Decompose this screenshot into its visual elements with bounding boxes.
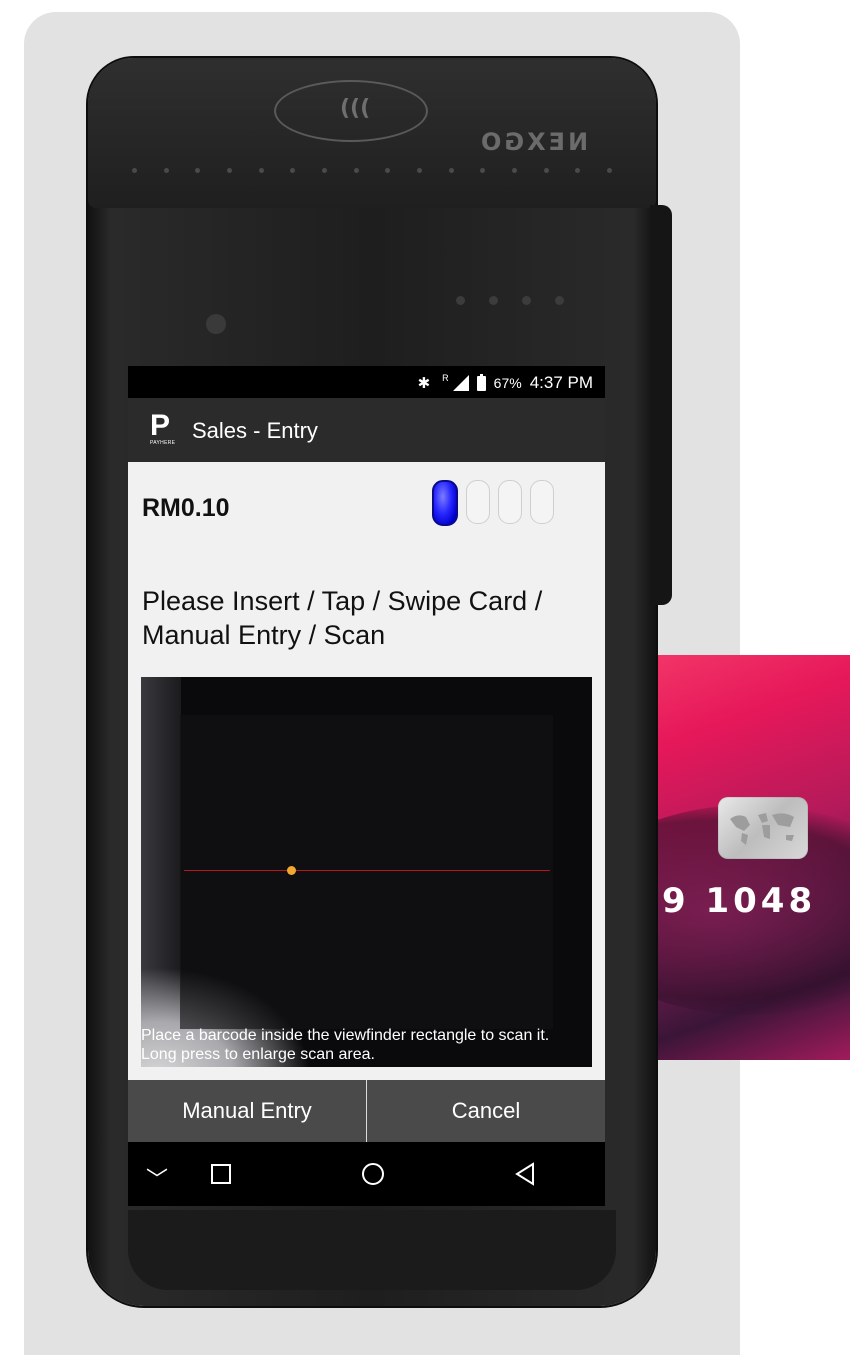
card-reader-indicators [432,480,554,526]
hide-keyboard-icon[interactable]: ﹀ [146,1162,168,1194]
contactless-waves: ((( [340,96,371,121]
roaming-label: R [442,373,449,383]
device-bottom [128,1210,616,1290]
world-map-icon [730,813,794,845]
front-camera [206,314,226,334]
android-nav-bar: ﹀ [128,1142,605,1206]
card-prompt: Please Insert / Tap / Swipe Card / Manua… [142,586,543,650]
action-buttons: Manual Entry Cancel [128,1080,605,1142]
battery-icon [476,373,486,391]
payhere-logo-icon: P PAYHERE [150,409,178,448]
scan-rectangle [180,715,553,1029]
indicator-light [466,480,490,524]
card-number: 9 1048 [662,881,817,921]
speaker-dots [132,168,612,180]
battery-percent: 67% [493,375,522,391]
recents-icon[interactable] [211,1164,231,1184]
status-time: 4:37 PM [529,373,593,392]
sensor-dots [456,296,564,305]
contactless-icon: ((( [274,80,428,142]
bluetooth-icon: ✱ [417,375,431,392]
indicator-light-active [432,480,458,526]
scan-focus-point [287,866,296,875]
brand-logo: NEXGO [478,128,589,156]
device-screen: ✱ R 67% 4:37 PM P PAYHERE Sales - Entry … [128,366,605,1206]
side-button [650,205,672,605]
app-bar: P PAYHERE Sales - Entry [128,398,605,462]
scanner-hint: Place a barcode inside the viewfinder re… [141,1027,550,1063]
indicator-light [498,480,522,524]
device-top: ((( NEXGO [88,58,656,208]
manual-entry-button[interactable]: Manual Entry [128,1080,366,1142]
logo-subtext: PAYHERE [150,440,176,446]
card-chip-icon [718,797,808,859]
home-icon[interactable] [362,1163,384,1185]
status-bar: ✱ R 67% 4:37 PM [128,366,605,398]
back-icon[interactable] [514,1162,536,1191]
page-title: Sales - Entry [192,418,318,443]
sale-amount: RM0.10 [142,494,230,522]
cancel-button[interactable]: Cancel [367,1080,605,1142]
signal-icon [452,375,469,391]
logo-letter: P [150,409,171,442]
barcode-viewfinder[interactable]: Place a barcode inside the viewfinder re… [141,677,592,1067]
indicator-light [530,480,554,524]
scan-laser-line [184,870,550,871]
